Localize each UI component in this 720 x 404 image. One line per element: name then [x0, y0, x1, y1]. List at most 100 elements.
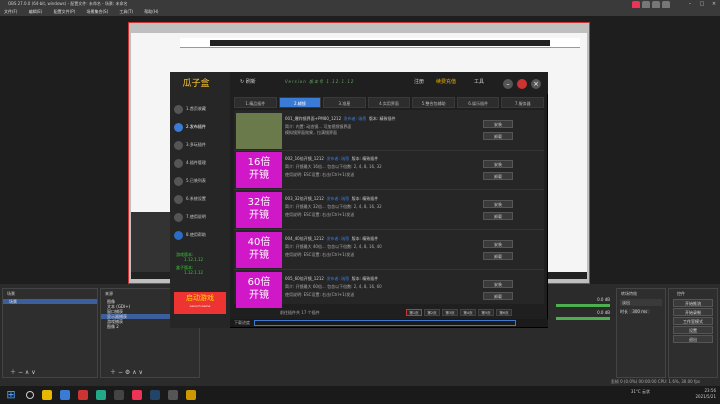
- menu-edit[interactable]: 编辑(E): [29, 9, 43, 14]
- gear-icon[interactable]: ⚙: [125, 369, 130, 376]
- vip-recharge-link[interactable]: 续费充值: [436, 78, 456, 85]
- install-button[interactable]: 安装: [483, 280, 513, 288]
- sidebar-item-label: 4.插件管理: [186, 160, 206, 165]
- folder-icon[interactable]: [42, 390, 52, 400]
- scene-tools: ＋ − ∧ ∨: [4, 367, 36, 376]
- windows-start-icon[interactable]: ⊞: [4, 388, 18, 402]
- close-icon[interactable]: ×: [708, 0, 720, 8]
- uninstall-button[interactable]: 卸载: [483, 172, 513, 180]
- up-icon[interactable]: ∧: [132, 369, 136, 376]
- page-button[interactable]: 第6页: [496, 309, 512, 316]
- tab-scope[interactable]: 2.辅镜: [278, 97, 322, 108]
- clock[interactable]: 23:56 2021/5/21: [695, 388, 716, 400]
- maximize-icon[interactable]: □: [696, 0, 708, 8]
- app-icon[interactable]: [168, 390, 178, 400]
- add-icon[interactable]: ＋: [10, 369, 16, 376]
- app-icon[interactable]: [132, 390, 142, 400]
- taskbar: ⊞ 31°C 云状 23:56 2021/5/21: [0, 386, 720, 404]
- page-button[interactable]: 第4页: [460, 309, 476, 316]
- app-icon[interactable]: [78, 390, 88, 400]
- close-icon[interactable]: ×: [531, 79, 541, 89]
- plugin-desc: 简介: 开镜最大 16倍... 包含以下倍数: 2, 4, 8, 16, 32: [285, 164, 382, 169]
- sidebar-item[interactable]: 5.已装列表: [174, 175, 228, 187]
- plugin-author[interactable]: 发布者: 瑞恩: [326, 196, 349, 201]
- tab-fun[interactable]: 6.娱乐插件: [456, 97, 500, 108]
- plugin-version: 版本: 精致插件: [368, 116, 396, 121]
- obs-icon[interactable]: [114, 390, 124, 400]
- tab-server[interactable]: 7.服务器: [501, 97, 545, 108]
- transition-select[interactable]: 淡出: [620, 299, 662, 306]
- plugin-author[interactable]: 发布者: 瑞恩: [326, 276, 349, 281]
- tools-link[interactable]: 工具: [474, 78, 484, 85]
- search-icon[interactable]: [26, 391, 34, 399]
- register-link[interactable]: 注册: [414, 78, 424, 85]
- sidebar-item[interactable]: 8.使用帮助: [174, 229, 228, 241]
- app-icon[interactable]: [96, 390, 106, 400]
- start-record-button[interactable]: 开始录制: [673, 308, 713, 316]
- menu-tools[interactable]: 工具(T): [119, 9, 133, 14]
- volume-meter[interactable]: [556, 304, 610, 307]
- weather-widget[interactable]: 31°C 云状: [631, 389, 650, 395]
- minimize-icon[interactable]: –: [503, 79, 513, 89]
- up-icon[interactable]: ∧: [25, 369, 29, 376]
- settings-button[interactable]: 设置: [673, 326, 713, 334]
- plugin-author[interactable]: 发布者: 瑞恩: [326, 156, 349, 161]
- plugin-title: 003_32倍开镜_1212 发布者: 瑞恩 版本: 精致插件: [285, 196, 378, 201]
- minimize-icon[interactable]: –: [684, 0, 696, 8]
- refresh-button[interactable]: ↻ 刷新: [240, 78, 256, 85]
- exit-button[interactable]: 退出: [673, 335, 713, 343]
- page-button[interactable]: 第3页: [442, 309, 458, 316]
- page-button[interactable]: 第1页: [406, 309, 422, 316]
- down-icon[interactable]: ∨: [139, 369, 143, 376]
- install-button[interactable]: 安装: [483, 200, 513, 208]
- plugin-thumbnail: 32倍 开镜: [236, 192, 282, 228]
- app-icon[interactable]: [60, 390, 70, 400]
- menu-scene-collection[interactable]: 场景集合(S): [86, 9, 108, 14]
- uninstall-button[interactable]: 卸载: [483, 292, 513, 300]
- install-button[interactable]: 安装: [483, 160, 513, 168]
- down-icon[interactable]: ∨: [31, 369, 35, 376]
- tab-crosshair[interactable]: 3.准星: [323, 97, 366, 108]
- sidebar-item[interactable]: 2.发布插件: [174, 121, 228, 133]
- launch-game-button[interactable]: 启动游戏 Launch Game: [174, 292, 226, 314]
- install-button[interactable]: 安装: [483, 240, 513, 248]
- plugin-author[interactable]: 发布者: 瑞恩: [344, 116, 367, 121]
- volume-meter[interactable]: [556, 317, 610, 320]
- info-icon: [174, 212, 183, 222]
- radiation-icon[interactable]: [186, 390, 196, 400]
- sidebar-item-label: 3.多玩插件: [186, 142, 206, 147]
- uninstall-button[interactable]: 卸载: [483, 252, 513, 260]
- tab-interface[interactable]: 4.实用界面: [367, 97, 411, 108]
- uninstall-button[interactable]: 卸载: [483, 212, 513, 220]
- start-stream-button[interactable]: 开始推流: [673, 299, 713, 307]
- menu-profile[interactable]: 配置文件(P): [54, 9, 76, 14]
- uninstall-button[interactable]: 卸载: [483, 132, 513, 140]
- steam-icon[interactable]: [150, 390, 160, 400]
- scene-item[interactable]: 场景: [3, 299, 97, 304]
- tab-bundle[interactable]: 5.整合包辅助: [412, 97, 455, 108]
- record-icon[interactable]: [517, 79, 527, 89]
- window-controls: – □ ×: [684, 0, 720, 8]
- page-button[interactable]: 第5页: [478, 309, 494, 316]
- page-button[interactable]: 第2页: [424, 309, 440, 316]
- tab-featured[interactable]: 1.精品插件: [234, 97, 277, 108]
- install-button[interactable]: 安装: [483, 120, 513, 128]
- menu-help[interactable]: 帮助(H): [144, 9, 158, 14]
- remove-icon[interactable]: −: [18, 369, 23, 376]
- studio-mode-button[interactable]: 工作室模式: [673, 317, 713, 325]
- sidebar-item[interactable]: 7.使用说明: [174, 211, 228, 223]
- sidebar-item[interactable]: 3.多玩插件: [174, 139, 228, 151]
- clock-date: 2021/5/21: [695, 394, 716, 399]
- sidebar-item[interactable]: 4.插件管理: [174, 157, 228, 169]
- sidebar-item[interactable]: 6.系统设置: [174, 193, 228, 205]
- plugin-name: 004_40倍开镜_1212: [285, 236, 324, 241]
- sidebar-item-label: 6.系统设置: [186, 196, 206, 201]
- menu-bar: 文件(F) 编辑(E) 配置文件(P) 场景集合(S) 工具(T) 帮助(H): [0, 8, 720, 16]
- remove-icon[interactable]: −: [118, 369, 123, 376]
- add-icon[interactable]: ＋: [110, 369, 116, 376]
- sidebar-item[interactable]: 1.首页收藏: [174, 103, 228, 115]
- plugin-author[interactable]: 发布者: 瑞恩: [326, 236, 349, 241]
- duration-input[interactable]: 300 ms: [629, 309, 651, 314]
- menu-file[interactable]: 文件(F): [4, 9, 17, 14]
- plugin-title: 004_40倍开镜_1212 发布者: 瑞恩 版本: 精致插件: [285, 236, 378, 241]
